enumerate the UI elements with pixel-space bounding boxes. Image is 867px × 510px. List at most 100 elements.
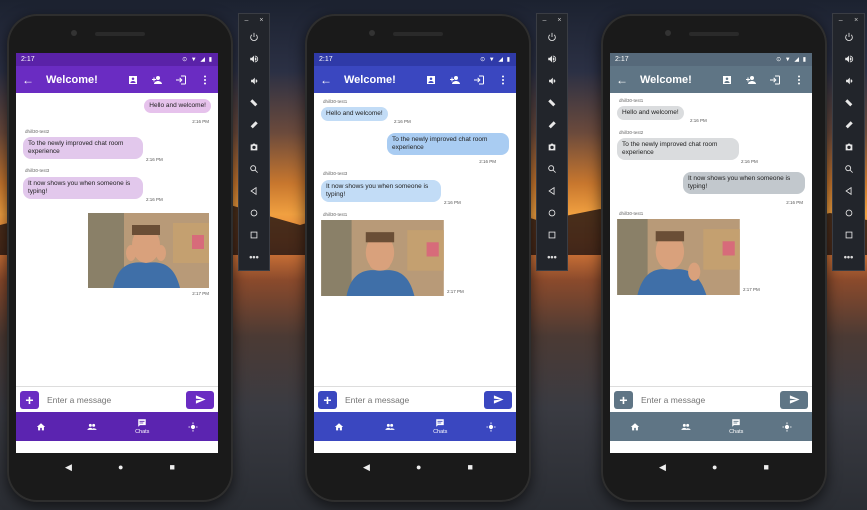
back-triangle-icon[interactable] (537, 180, 567, 202)
add-attachment-icon[interactable]: + (614, 390, 633, 409)
overview-square-icon[interactable] (537, 224, 567, 246)
message-sender: dhill30-test2 (619, 130, 644, 135)
add-user-icon[interactable] (447, 72, 462, 87)
message-input[interactable] (47, 394, 186, 405)
camera-icon[interactable] (239, 136, 269, 158)
nav-home[interactable] (314, 422, 365, 432)
add-user-icon[interactable] (149, 72, 164, 87)
home-circle-icon[interactable] (239, 202, 269, 224)
more-options-icon[interactable]: ••• (537, 246, 567, 268)
phone-1: 2:17 ⊙ ▼ ◢ ▮ ← Welcome! Hello and welcom… (7, 14, 233, 502)
camera-icon[interactable] (537, 136, 567, 158)
power-icon[interactable] (537, 26, 567, 48)
nav-chats[interactable]: Chats (117, 418, 168, 435)
add-user-icon[interactable] (743, 72, 758, 87)
minimize-icon[interactable]: – (543, 17, 547, 24)
add-attachment-icon[interactable]: + (318, 390, 337, 409)
rotate-right-icon[interactable] (537, 114, 567, 136)
system-home-icon[interactable]: ● (712, 462, 717, 472)
minimize-icon[interactable]: – (245, 17, 249, 24)
system-back-icon[interactable]: ◀ (65, 462, 72, 473)
back-triangle-icon[interactable] (833, 180, 864, 202)
more-options-icon[interactable]: ••• (239, 246, 269, 268)
message-time: 2:16 PM (690, 118, 707, 123)
rotate-left-icon[interactable] (833, 92, 864, 114)
more-vert-icon[interactable] (791, 72, 806, 87)
system-recents-icon[interactable]: ■ (764, 462, 769, 472)
message-bubble: Hello and welcome! (144, 99, 211, 113)
close-icon[interactable]: × (854, 17, 858, 24)
message-input[interactable] (641, 394, 780, 405)
nav-people[interactable] (661, 422, 712, 432)
nav-settings[interactable] (466, 421, 517, 432)
back-arrow-icon[interactable]: ← (22, 73, 38, 87)
rotate-right-icon[interactable] (833, 114, 864, 136)
contacts-icon[interactable] (423, 72, 438, 87)
volume-down-icon[interactable] (833, 70, 864, 92)
send-button[interactable] (484, 390, 512, 409)
home-circle-icon[interactable] (537, 202, 567, 224)
bottom-nav: Chats (314, 412, 516, 441)
back-arrow-icon[interactable]: ← (320, 73, 336, 87)
emulator-toolbar-3: – × ••• (832, 13, 865, 271)
back-triangle-icon[interactable] (239, 180, 269, 202)
send-button[interactable] (780, 390, 808, 409)
nav-people[interactable] (67, 422, 118, 432)
contacts-icon[interactable] (125, 72, 140, 87)
system-home-icon[interactable]: ● (118, 462, 123, 472)
zoom-icon[interactable] (537, 158, 567, 180)
zoom-icon[interactable] (239, 158, 269, 180)
more-options-icon[interactable]: ••• (833, 246, 864, 268)
power-icon[interactable] (239, 26, 269, 48)
nav-chats[interactable]: Chats (711, 418, 762, 435)
minimize-icon[interactable]: – (839, 17, 843, 24)
composer: + (610, 386, 812, 412)
power-icon[interactable] (833, 26, 864, 48)
message-sender: dhill30-test3 (25, 168, 50, 173)
overview-square-icon[interactable] (239, 224, 269, 246)
home-circle-icon[interactable] (833, 202, 864, 224)
back-arrow-icon[interactable]: ← (616, 73, 632, 87)
shared-image[interactable] (88, 213, 209, 288)
close-icon[interactable]: × (557, 17, 561, 24)
message-bubble: To the newly improved chat room experien… (387, 133, 509, 155)
send-button[interactable] (186, 390, 214, 409)
volume-down-icon[interactable] (239, 70, 269, 92)
add-attachment-icon[interactable]: + (20, 390, 39, 409)
nav-settings[interactable] (168, 421, 219, 432)
shared-image[interactable] (321, 220, 444, 296)
nav-settings[interactable] (762, 421, 813, 432)
volume-down-icon[interactable] (537, 70, 567, 92)
shared-image[interactable] (617, 219, 740, 295)
system-recents-icon[interactable]: ■ (170, 462, 175, 472)
more-vert-icon[interactable] (197, 72, 212, 87)
rotate-left-icon[interactable] (239, 92, 269, 114)
overview-square-icon[interactable] (833, 224, 864, 246)
rotate-right-icon[interactable] (239, 114, 269, 136)
status-icons: ⊙ ▼ ◢ ▮ (776, 57, 807, 63)
system-back-icon[interactable]: ◀ (659, 462, 666, 473)
more-vert-icon[interactable] (495, 72, 510, 87)
login-icon[interactable] (767, 72, 782, 87)
login-icon[interactable] (471, 72, 486, 87)
status-time: 2:17 (21, 56, 35, 63)
volume-up-icon[interactable] (239, 48, 269, 70)
volume-up-icon[interactable] (537, 48, 567, 70)
nav-home[interactable] (610, 422, 661, 432)
login-icon[interactable] (173, 72, 188, 87)
volume-up-icon[interactable] (833, 48, 864, 70)
zoom-icon[interactable] (833, 158, 864, 180)
message-input[interactable] (345, 394, 484, 405)
nav-chats[interactable]: Chats (415, 418, 466, 435)
rotate-left-icon[interactable] (537, 92, 567, 114)
system-recents-icon[interactable]: ■ (468, 462, 473, 472)
nav-home[interactable] (16, 422, 67, 432)
nav-people[interactable] (365, 422, 416, 432)
home-icon (37, 422, 46, 430)
contacts-icon[interactable] (719, 72, 734, 87)
message-time: 2:17 PM (192, 291, 209, 296)
close-icon[interactable]: × (259, 17, 263, 24)
system-back-icon[interactable]: ◀ (363, 462, 370, 473)
system-home-icon[interactable]: ● (416, 462, 421, 472)
camera-icon[interactable] (833, 136, 864, 158)
